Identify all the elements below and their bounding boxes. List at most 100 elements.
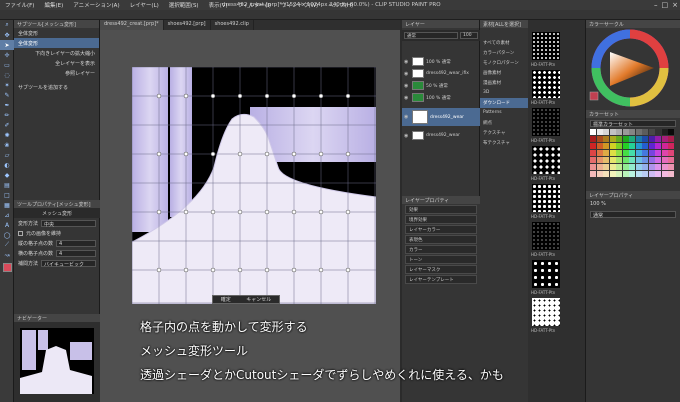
color-swatch[interactable] (655, 171, 661, 177)
material-item-selected[interactable]: ダウンロード (480, 98, 528, 108)
color-swatch[interactable] (635, 136, 642, 142)
color-swatch[interactable] (590, 143, 596, 149)
color-swatch[interactable] (616, 143, 622, 149)
color-swatch[interactable] (655, 157, 661, 163)
tone-thumbnail[interactable] (532, 32, 560, 60)
color-swatch[interactable] (629, 157, 635, 163)
canvas-tab[interactable]: dress492_creat.[prp]* (100, 20, 164, 30)
tone-thumbnail[interactable] (532, 108, 560, 136)
material-item[interactable]: 画像素材 (480, 68, 528, 78)
main-color-swatch[interactable] (0, 260, 14, 274)
color-swatch[interactable] (616, 129, 622, 135)
menu-selection[interactable]: 選択範囲(S) (164, 1, 204, 9)
color-swatch[interactable] (629, 164, 635, 170)
color-swatch[interactable] (609, 164, 616, 170)
color-swatch[interactable] (596, 136, 603, 142)
material-item[interactable]: 3D (480, 88, 528, 98)
color-swatch[interactable] (661, 164, 668, 170)
material-item[interactable]: モノクロパターン (480, 58, 528, 68)
color-swatch[interactable] (655, 129, 661, 135)
layer-row-selected[interactable]: ◉ dress492_wear (402, 108, 480, 126)
move-layer-icon[interactable]: ✢ (0, 50, 14, 60)
material-item[interactable]: 漫画素材 (480, 78, 528, 88)
material-item[interactable]: テクスチャ (480, 128, 528, 138)
keep-original-checkbox[interactable] (18, 230, 23, 236)
subtool-item-overall[interactable]: 全体変形 (14, 28, 99, 38)
material-item[interactable]: 布テクスチャ (480, 138, 528, 148)
frame-icon[interactable]: ▦ (0, 200, 14, 210)
color-swatch[interactable] (642, 164, 648, 170)
decoration-icon[interactable]: ❀ (0, 140, 14, 150)
color-swatch[interactable] (668, 150, 674, 156)
color-swatch[interactable] (655, 150, 661, 156)
text-icon[interactable]: A (0, 220, 14, 230)
brush-icon[interactable]: ✐ (0, 120, 14, 130)
gradient-icon[interactable]: ▤ (0, 180, 14, 190)
subtool-item-overall-selected[interactable]: 全体変形 (14, 38, 99, 48)
zoom-tool-icon[interactable]: ⌕ (0, 20, 14, 30)
color-swatch[interactable] (609, 171, 616, 177)
material-item[interactable]: すべての素材 (480, 38, 528, 48)
color-swatch[interactable] (629, 129, 635, 135)
layer-blend-select[interactable]: 通常 (590, 211, 676, 219)
canvas-tab[interactable]: shoes492.[prp] (164, 20, 211, 30)
canvas-page[interactable] (132, 67, 376, 304)
color-swatch[interactable] (616, 150, 622, 156)
menu-animation[interactable]: アニメーション(A) (68, 1, 124, 9)
color-swatch[interactable] (635, 171, 642, 177)
effect-button[interactable]: 効果 (405, 205, 477, 214)
color-swatch[interactable] (596, 129, 603, 135)
pen-icon[interactable]: ✒ (0, 100, 14, 110)
tone-thumbnail[interactable] (532, 260, 560, 288)
color-swatch[interactable] (603, 150, 609, 156)
layer-row[interactable]: ◉ 50 % 通常 (402, 80, 480, 91)
color-swatch[interactable] (590, 136, 596, 142)
correct-line-icon[interactable]: ↝ (0, 250, 14, 260)
eyedropper-icon[interactable]: ✎ (0, 90, 14, 100)
color-swatch[interactable] (622, 129, 629, 135)
color-swatch[interactable] (642, 157, 648, 163)
color-set-grid[interactable] (590, 129, 676, 189)
color-swatch[interactable] (596, 164, 603, 170)
color-swatch[interactable] (603, 164, 609, 170)
blend-mode-select[interactable]: 通常 (404, 32, 458, 39)
material-item[interactable]: 網点 (480, 118, 528, 128)
color-swatch[interactable] (635, 150, 642, 156)
color-swatch[interactable] (668, 157, 674, 163)
selection-icon[interactable]: ▭ (0, 60, 14, 70)
horizontal-points-field[interactable]: 4 (56, 249, 96, 257)
tone-thumbnail[interactable] (532, 184, 560, 212)
color-swatch[interactable] (596, 150, 603, 156)
color-swatch[interactable] (622, 143, 629, 149)
move-tool-icon[interactable]: ✥ (0, 30, 14, 40)
tone-button[interactable]: トーン (405, 255, 477, 264)
color-swatch[interactable] (648, 150, 655, 156)
color-swatch[interactable] (603, 171, 609, 177)
color-swatch[interactable] (590, 129, 596, 135)
balloon-icon[interactable]: ◯ (0, 230, 14, 240)
color-swatch[interactable] (590, 171, 596, 177)
color-swatch[interactable] (629, 150, 635, 156)
expression-color-button[interactable]: 表現色 (405, 235, 477, 244)
color-swatch[interactable] (648, 171, 655, 177)
color-swatch[interactable] (661, 171, 668, 177)
color-swatch[interactable] (635, 157, 642, 163)
figure-icon[interactable]: □ (0, 190, 14, 200)
color-swatch[interactable] (655, 136, 661, 142)
operation-tool-icon[interactable]: ➤ (0, 40, 14, 50)
visibility-icon[interactable]: ◉ (404, 59, 410, 65)
line-icon[interactable]: ⟋ (0, 240, 14, 250)
color-swatch[interactable] (609, 157, 616, 163)
color-swatch[interactable] (648, 143, 655, 149)
fill-icon[interactable]: ◆ (0, 170, 14, 180)
color-swatch[interactable] (590, 164, 596, 170)
close-icon[interactable]: × (672, 1, 678, 9)
color-swatch[interactable] (668, 171, 674, 177)
color-swatch[interactable] (609, 129, 616, 135)
color-swatch[interactable] (668, 129, 674, 135)
interpolation-select[interactable]: バイキュービック (41, 259, 96, 268)
color-set-select[interactable]: 標準カラーセット (590, 120, 676, 128)
layer-row[interactable]: ◉ 100 % 通常 (402, 92, 480, 103)
color-swatch[interactable] (648, 136, 655, 142)
layer-row[interactable]: ◉ dress492_wear (402, 130, 480, 141)
